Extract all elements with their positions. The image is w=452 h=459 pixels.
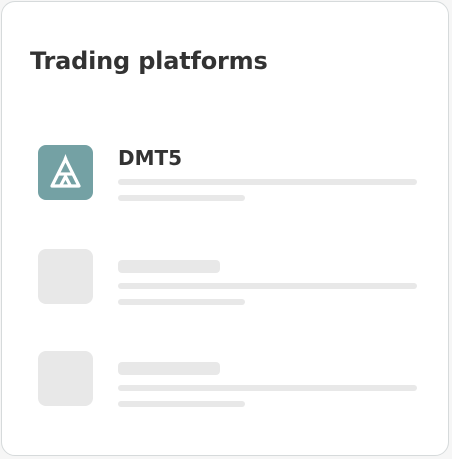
description-placeholder-line <box>118 179 417 185</box>
trading-platforms-card: Trading platforms DMT5 <box>1 1 449 456</box>
placeholder-icon <box>38 249 93 304</box>
description-placeholder-line <box>118 299 245 305</box>
description-placeholder-line <box>118 385 417 391</box>
platform-item-placeholder <box>38 351 418 407</box>
description-placeholder-line <box>118 283 417 289</box>
platform-name: DMT5 <box>118 146 183 170</box>
placeholder-icon <box>38 351 93 406</box>
name-placeholder <box>118 260 220 273</box>
name-placeholder <box>118 362 220 375</box>
platform-item-dmt5[interactable]: DMT5 <box>38 145 418 201</box>
description-placeholder-line <box>118 401 245 407</box>
platform-item-placeholder <box>38 249 418 305</box>
card-title: Trading platforms <box>30 47 268 75</box>
description-placeholder-line <box>118 195 245 201</box>
dmt5-logo-icon <box>38 145 93 200</box>
